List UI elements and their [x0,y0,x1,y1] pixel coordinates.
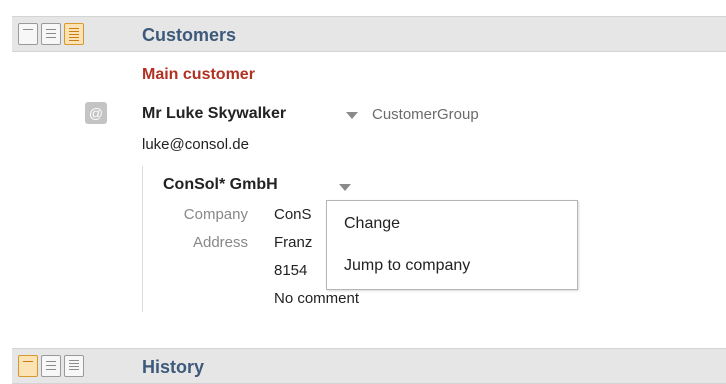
company-name[interactable]: ConSol* GmbH [163,176,278,194]
customers-section-title: Customers [142,25,237,45]
main-customer-label: Main customer [142,66,255,83]
company-field-label: Company [183,206,248,223]
top-strip [0,0,726,10]
contact-menu-chevron-down-icon[interactable] [346,112,358,119]
history-view-collapsed-icon[interactable] [18,355,38,377]
view-collapsed-icon[interactable] [18,23,38,45]
history-section-title: History [142,357,205,377]
history-view-expanded-icon[interactable] [64,355,84,377]
address-field-label: Address [192,234,248,251]
contact-name[interactable]: Mr Luke Skywalker [142,105,286,123]
contact-email: luke@consol.de [142,136,249,153]
at-icon[interactable]: @ [85,102,107,124]
view-mode-toggle [18,23,84,45]
comment-value: No comment [274,290,360,307]
view-expanded-icon[interactable] [64,23,84,45]
company-field-value: ConS [274,206,312,223]
view-compact-icon[interactable] [41,23,61,45]
address-line1-value: Franz [274,234,313,251]
company-context-menu: Change Jump to company [326,200,578,290]
company-menu-chevron-down-icon[interactable] [339,184,351,191]
customers-section-header: Customers [12,16,726,52]
contact-group: CustomerGroup [372,106,479,123]
menu-item-change[interactable]: Change [344,215,400,233]
history-view-compact-icon[interactable] [41,355,61,377]
history-section-header: History [12,348,726,384]
menu-item-jump-to-company[interactable]: Jump to company [344,257,470,275]
address-line2-value: 8154 [274,262,308,279]
history-view-mode-toggle [18,355,84,377]
company-box-border [142,166,143,312]
